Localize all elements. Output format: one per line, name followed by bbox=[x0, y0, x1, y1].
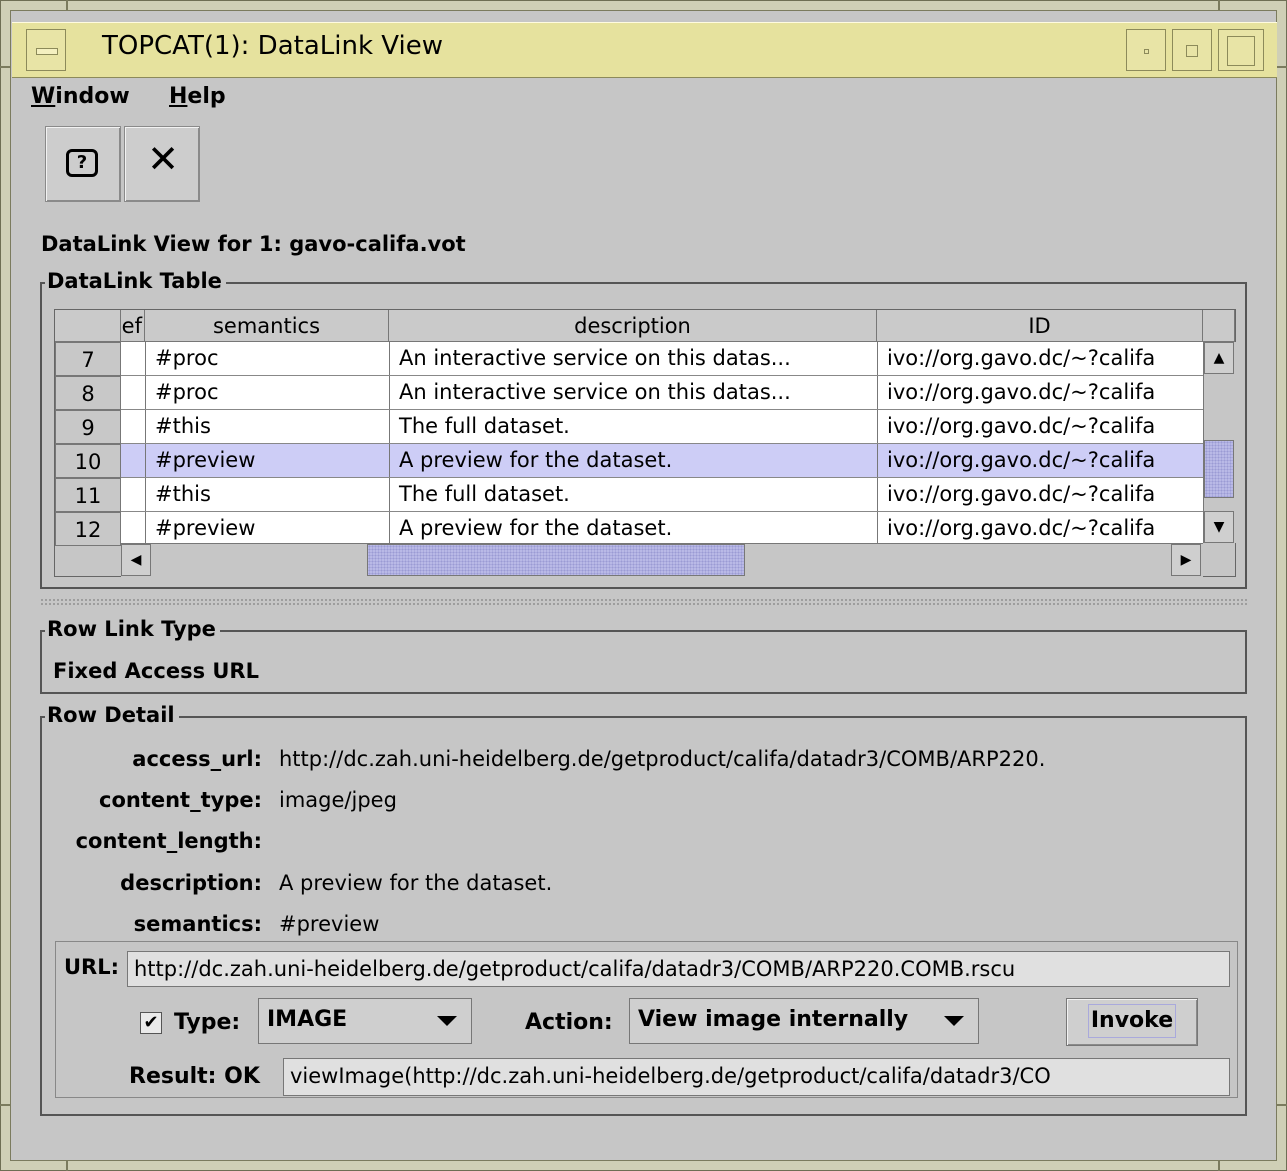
frame-tick bbox=[0, 1104, 10, 1106]
result-field[interactable]: viewImage(http://dc.zah.uni-heidelberg.d… bbox=[283, 1058, 1230, 1096]
maximize-button[interactable] bbox=[1172, 29, 1212, 71]
column-header-id[interactable]: ID bbox=[877, 310, 1203, 342]
cell-semantics: #proc bbox=[155, 346, 219, 370]
cell-id: ivo://org.gavo.dc/~?califa bbox=[887, 482, 1156, 506]
content-type-label: content_type: bbox=[99, 788, 262, 812]
action-select-value: View image internally bbox=[638, 1007, 909, 1032]
type-select-value: IMAGE bbox=[267, 1007, 348, 1032]
row-number[interactable]: 8 bbox=[55, 376, 121, 410]
header-scroll-corner bbox=[1203, 310, 1235, 342]
table-row[interactable]: #this The full dataset. ivo://org.gavo.dc/… bbox=[121, 478, 1203, 512]
datalink-table-legend: DataLink Table bbox=[45, 269, 226, 293]
table-row[interactable]: #proc An interactive service on this data… bbox=[121, 342, 1203, 376]
vertical-scrollbar[interactable]: ▲ ▼ bbox=[1203, 342, 1236, 543]
frame-tick bbox=[66, 0, 68, 10]
row-detail-legend: Row Detail bbox=[45, 703, 179, 727]
row-number[interactable]: 12 bbox=[55, 512, 121, 546]
frame-tick bbox=[1218, 1161, 1220, 1171]
close-icon: ✕ bbox=[147, 137, 179, 181]
horizontal-scroll-thumb[interactable] bbox=[367, 544, 745, 576]
scroll-up-arrow-icon[interactable]: ▲ bbox=[1204, 342, 1234, 374]
type-checkbox[interactable]: ✔ bbox=[140, 1012, 162, 1034]
cell-id: ivo://org.gavo.dc/~?califa bbox=[887, 448, 1156, 472]
cell-semantics: #preview bbox=[155, 516, 256, 540]
cell-description: The full dataset. bbox=[399, 414, 570, 438]
invoke-button-label: Invoke bbox=[1087, 1004, 1177, 1038]
datalink-table[interactable]: ef semantics description ID 7 #proc An int… bbox=[54, 309, 1236, 577]
column-header-semantics[interactable]: semantics bbox=[145, 310, 389, 342]
url-field[interactable]: http://dc.zah.uni-heidelberg.de/getprodu… bbox=[127, 951, 1230, 987]
scroll-down-arrow-icon[interactable]: ▼ bbox=[1204, 511, 1234, 543]
cell-id: ivo://org.gavo.dc/~?califa bbox=[887, 380, 1156, 404]
frame-tick bbox=[66, 1161, 68, 1171]
frame-tick bbox=[1277, 66, 1287, 68]
title-bar[interactable]: TOPCAT(1): DataLink View bbox=[12, 22, 1277, 78]
row-number[interactable]: 9 bbox=[55, 410, 121, 444]
column-header-ef[interactable]: ef bbox=[121, 310, 145, 342]
table-row[interactable]: #proc An interactive service on this data… bbox=[121, 376, 1203, 410]
frame-tick bbox=[0, 66, 10, 68]
view-heading: DataLink View for 1: gavo-califa.vot bbox=[41, 232, 466, 256]
row-number[interactable]: 11 bbox=[55, 478, 121, 512]
row-number[interactable]: 10 bbox=[55, 444, 121, 478]
cell-id: ivo://org.gavo.dc/~?califa bbox=[887, 346, 1156, 370]
cell-semantics: #proc bbox=[155, 380, 219, 404]
row-link-type-legend: Row Link Type bbox=[45, 617, 220, 641]
scroll-right-arrow-icon[interactable]: ▶ bbox=[1171, 544, 1201, 576]
scroll-left-arrow-icon[interactable]: ◀ bbox=[121, 544, 151, 576]
result-label: Result: OK bbox=[129, 1064, 260, 1089]
semantics-value: #preview bbox=[279, 912, 380, 936]
menu-window[interactable]: Window bbox=[31, 84, 130, 109]
access-url-label: access_url: bbox=[132, 747, 262, 771]
close-button[interactable]: ✕ bbox=[124, 126, 200, 202]
cell-description: An interactive service on this datas... bbox=[399, 346, 791, 370]
cell-id: ivo://org.gavo.dc/~?califa bbox=[887, 516, 1156, 540]
cell-semantics: #this bbox=[155, 482, 211, 506]
split-pane-divider[interactable] bbox=[40, 598, 1247, 606]
cell-semantics: #preview bbox=[155, 448, 256, 472]
access-url-value: http://dc.zah.uni-heidelberg.de/getprodu… bbox=[279, 747, 1046, 771]
window-menu-button[interactable] bbox=[26, 29, 66, 71]
menu-help[interactable]: Help bbox=[169, 84, 226, 109]
description-value: A preview for the dataset. bbox=[279, 871, 553, 895]
cell-id: ivo://org.gavo.dc/~?califa bbox=[887, 414, 1156, 438]
semantics-label: semantics: bbox=[133, 912, 262, 936]
chevron-down-icon bbox=[437, 1016, 457, 1026]
row-link-type-value: Fixed Access URL bbox=[53, 659, 259, 683]
cell-description: A preview for the dataset. bbox=[399, 448, 673, 472]
cell-semantics: #this bbox=[155, 414, 211, 438]
table-row-selected[interactable]: #preview A preview for the dataset. ivo://… bbox=[121, 444, 1203, 478]
cell-description: An interactive service on this datas... bbox=[399, 380, 791, 404]
action-select[interactable]: View image internally bbox=[629, 998, 979, 1044]
content-type-value: image/jpeg bbox=[279, 788, 397, 812]
type-select[interactable]: IMAGE bbox=[258, 998, 472, 1044]
help-icon: ? bbox=[66, 149, 98, 177]
row-number[interactable]: 7 bbox=[55, 342, 121, 376]
minimize-button[interactable] bbox=[1126, 29, 1166, 71]
table-row[interactable]: #this The full dataset. ivo://org.gavo.dc/… bbox=[121, 410, 1203, 444]
column-header-description[interactable]: description bbox=[389, 310, 877, 342]
window-title: TOPCAT(1): DataLink View bbox=[102, 31, 443, 61]
type-label: Type: bbox=[174, 1010, 241, 1035]
url-label: URL: bbox=[64, 955, 120, 979]
vertical-scroll-thumb[interactable] bbox=[1204, 440, 1234, 498]
chevron-down-icon bbox=[944, 1016, 964, 1026]
content-length-label: content_length: bbox=[75, 829, 262, 853]
frame-tick bbox=[1277, 1104, 1287, 1106]
close-window-button[interactable] bbox=[1218, 29, 1264, 71]
table-row[interactable]: #preview A preview for the dataset. ivo://… bbox=[121, 512, 1203, 546]
cell-description: The full dataset. bbox=[399, 482, 570, 506]
cell-description: A preview for the dataset. bbox=[399, 516, 673, 540]
invoke-button[interactable]: Invoke bbox=[1066, 998, 1198, 1046]
help-button[interactable]: ? bbox=[45, 126, 121, 202]
action-label: Action: bbox=[525, 1010, 613, 1035]
corner-header bbox=[55, 310, 121, 342]
frame-tick bbox=[1218, 0, 1220, 10]
description-label: description: bbox=[120, 871, 262, 895]
horizontal-scrollbar[interactable]: ◀ ▶ bbox=[121, 543, 1203, 577]
